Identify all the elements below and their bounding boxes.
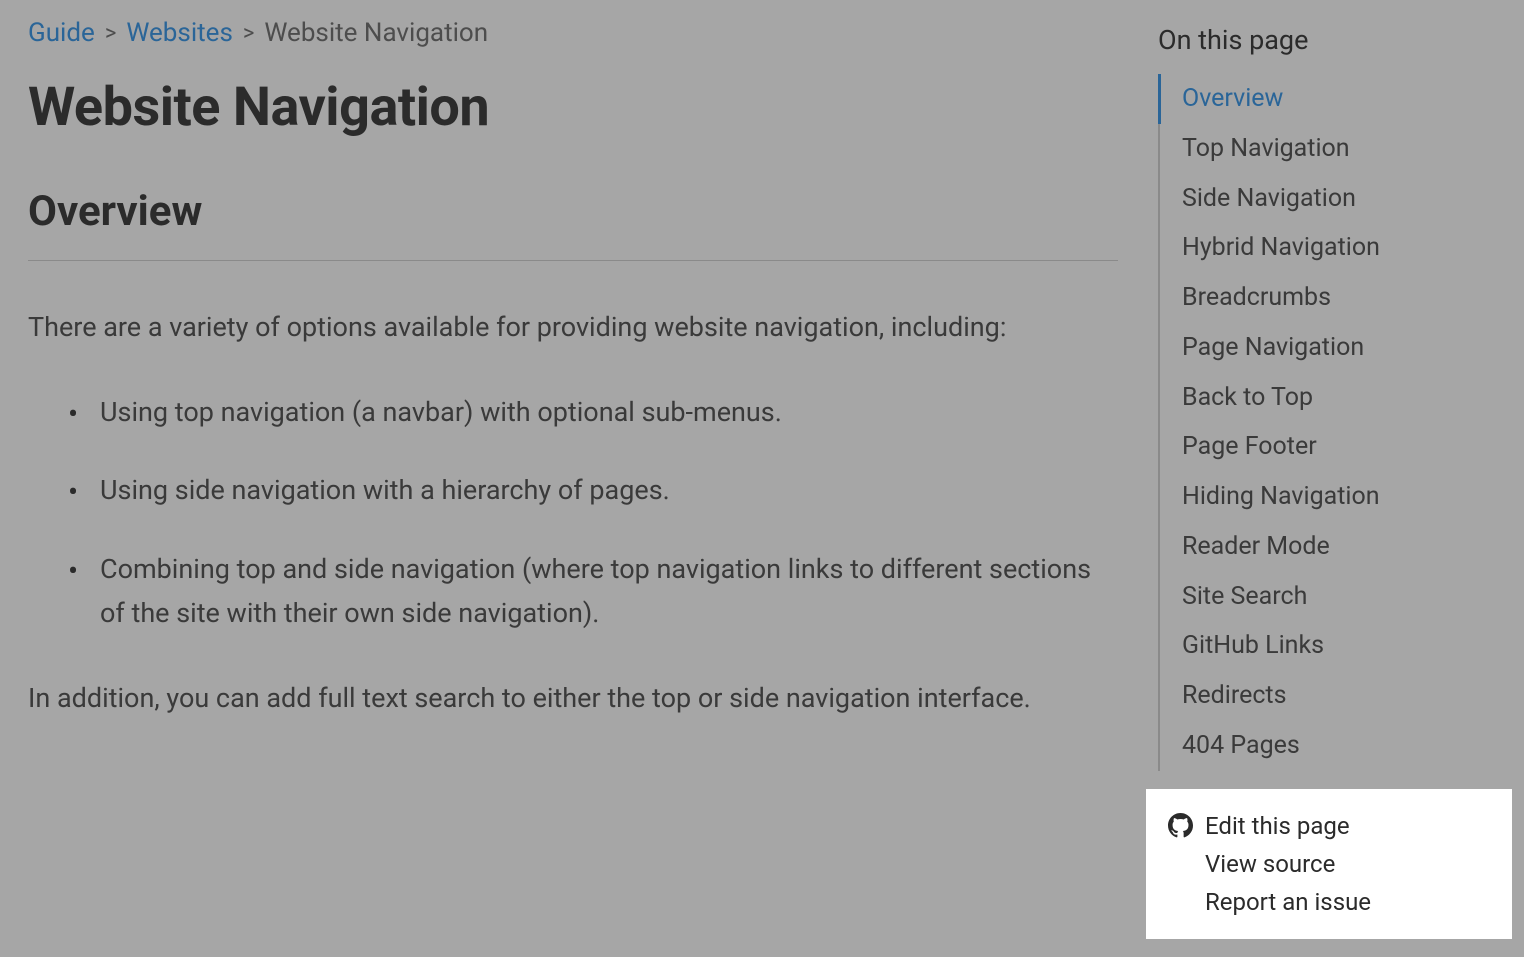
breadcrumb-link-guide[interactable]: Guide xyxy=(28,18,95,48)
toc-item-hybrid-navigation[interactable]: Hybrid Navigation xyxy=(1160,223,1484,273)
toc-item-site-search[interactable]: Site Search xyxy=(1160,572,1484,622)
toc-link[interactable]: Side Navigation xyxy=(1182,184,1356,213)
breadcrumb: Guide > Websites > Website Navigation xyxy=(28,18,1118,48)
toc-link[interactable]: 404 Pages xyxy=(1182,731,1300,760)
toc-link[interactable]: Hybrid Navigation xyxy=(1182,233,1380,262)
list-item: Using top navigation (a navbar) with opt… xyxy=(68,390,1118,435)
toc-link[interactable]: Breadcrumbs xyxy=(1182,283,1331,312)
toc-title: On this page xyxy=(1158,24,1484,56)
toc-item-back-to-top[interactable]: Back to Top xyxy=(1160,373,1484,423)
toc-item-top-navigation[interactable]: Top Navigation xyxy=(1160,124,1484,174)
github-icon xyxy=(1168,813,1193,838)
breadcrumb-current: Website Navigation xyxy=(264,18,488,48)
toc-item-reader-mode[interactable]: Reader Mode xyxy=(1160,522,1484,572)
toc-item-side-navigation[interactable]: Side Navigation xyxy=(1160,174,1484,224)
breadcrumb-separator: > xyxy=(243,21,255,46)
list-item: Using side navigation with a hierarchy o… xyxy=(68,468,1118,513)
report-issue-action[interactable]: Report an issue xyxy=(1168,883,1490,921)
toc-link[interactable]: GitHub Links xyxy=(1182,631,1324,660)
toc-link[interactable]: Page Footer xyxy=(1182,432,1317,461)
breadcrumb-link-websites[interactable]: Websites xyxy=(126,18,233,48)
list-item: Combining top and side navigation (where… xyxy=(68,547,1118,636)
toc-link[interactable]: Page Navigation xyxy=(1182,333,1364,362)
view-source-link[interactable]: View source xyxy=(1205,850,1335,878)
toc-item-breadcrumbs[interactable]: Breadcrumbs xyxy=(1160,273,1484,323)
toc-item-404-pages[interactable]: 404 Pages xyxy=(1160,721,1484,771)
toc-link[interactable]: Hiding Navigation xyxy=(1182,482,1380,511)
toc-link[interactable]: Site Search xyxy=(1182,582,1307,611)
sidebar-toc: On this page Overview Top Navigation Sid… xyxy=(1158,18,1484,939)
feature-list: Using top navigation (a navbar) with opt… xyxy=(28,390,1118,636)
toc-item-github-links[interactable]: GitHub Links xyxy=(1160,621,1484,671)
toc-item-hiding-navigation[interactable]: Hiding Navigation xyxy=(1160,472,1484,522)
outro-paragraph: In addition, you can add full text searc… xyxy=(28,676,1118,721)
edit-page-link[interactable]: Edit this page xyxy=(1205,812,1350,840)
page-actions: Edit this page View source Report an iss… xyxy=(1146,789,1512,939)
toc-item-overview[interactable]: Overview xyxy=(1158,74,1484,124)
section-heading-overview: Overview xyxy=(28,187,1118,261)
report-issue-link[interactable]: Report an issue xyxy=(1205,888,1371,916)
toc-list: Overview Top Navigation Side Navigation … xyxy=(1158,74,1484,771)
toc-link[interactable]: Reader Mode xyxy=(1182,532,1330,561)
toc-link[interactable]: Redirects xyxy=(1182,681,1287,710)
toc-link[interactable]: Overview xyxy=(1182,84,1283,113)
toc-item-redirects[interactable]: Redirects xyxy=(1160,671,1484,721)
toc-item-page-navigation[interactable]: Page Navigation xyxy=(1160,323,1484,373)
toc-link[interactable]: Top Navigation xyxy=(1182,134,1350,163)
main-content: Guide > Websites > Website Navigation We… xyxy=(28,18,1118,939)
toc-item-page-footer[interactable]: Page Footer xyxy=(1160,422,1484,472)
breadcrumb-separator: > xyxy=(105,21,117,46)
toc-link[interactable]: Back to Top xyxy=(1182,383,1313,412)
view-source-action[interactable]: View source xyxy=(1168,845,1490,883)
edit-page-action[interactable]: Edit this page xyxy=(1168,807,1490,845)
page-title: Website Navigation xyxy=(28,76,1118,139)
intro-paragraph: There are a variety of options available… xyxy=(28,305,1118,350)
